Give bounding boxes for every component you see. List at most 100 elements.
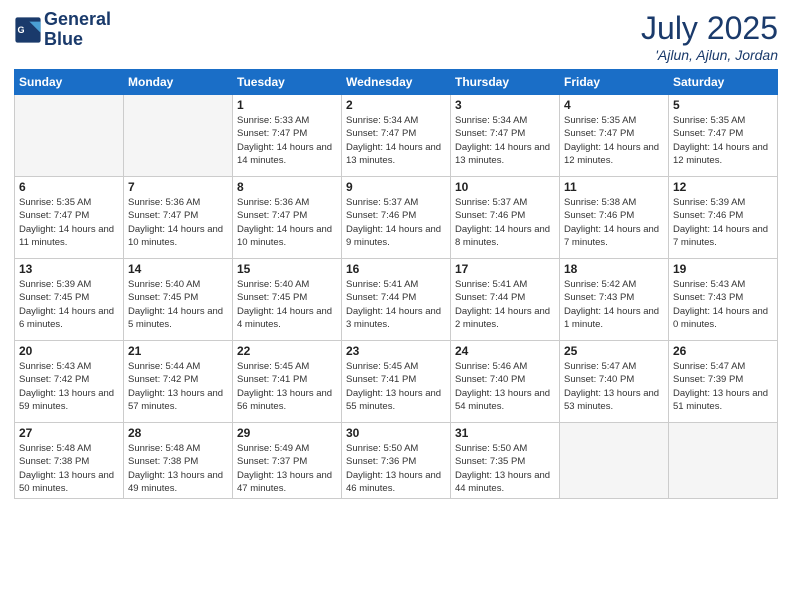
calendar-day-cell: 27 Sunrise: 5:48 AMSunset: 7:38 PMDayligh…	[15, 423, 124, 499]
daylight-text: Daylight: 14 hours and 10 minutes.	[237, 223, 337, 250]
day-info: Sunrise: 5:41 AMSunset: 7:44 PMDaylight:…	[455, 278, 555, 331]
day-info: Sunrise: 5:40 AMSunset: 7:45 PMDaylight:…	[237, 278, 337, 331]
sunset-text: Sunset: 7:38 PM	[128, 455, 228, 468]
day-number: 18	[564, 262, 664, 276]
daylight-text: Daylight: 13 hours and 51 minutes.	[673, 387, 773, 414]
day-info: Sunrise: 5:34 AMSunset: 7:47 PMDaylight:…	[346, 114, 446, 167]
day-info: Sunrise: 5:36 AMSunset: 7:47 PMDaylight:…	[128, 196, 228, 249]
daylight-text: Daylight: 14 hours and 6 minutes.	[19, 305, 119, 332]
calendar-day-cell: 1Sunrise: 5:33 AMSunset: 7:47 PMDaylight…	[233, 95, 342, 177]
calendar-day-cell: 4Sunrise: 5:35 AMSunset: 7:47 PMDaylight…	[560, 95, 669, 177]
sunrise-text: Sunrise: 5:39 AM	[673, 196, 773, 209]
daylight-text: Daylight: 13 hours and 54 minutes.	[455, 387, 555, 414]
daylight-text: Daylight: 13 hours and 59 minutes.	[19, 387, 119, 414]
day-info: Sunrise: 5:35 AMSunset: 7:47 PMDaylight:…	[19, 196, 119, 249]
sunrise-text: Sunrise: 5:41 AM	[455, 278, 555, 291]
subtitle: 'Ajlun, Ajlun, Jordan	[641, 47, 778, 63]
sunset-text: Sunset: 7:47 PM	[673, 127, 773, 140]
day-number: 9	[346, 180, 446, 194]
sunset-text: Sunset: 7:44 PM	[455, 291, 555, 304]
day-info: Sunrise: 5:45 AMSunset: 7:41 PMDaylight:…	[346, 360, 446, 413]
daylight-text: Daylight: 14 hours and 2 minutes.	[455, 305, 555, 332]
column-header-tuesday: Tuesday	[233, 70, 342, 95]
calendar-day-cell: 28Sunrise: 5:48 AMSunset: 7:38 PMDayligh…	[124, 423, 233, 499]
sunrise-text: Sunrise: 5:42 AM	[564, 278, 664, 291]
daylight-text: Daylight: 13 hours and 50 minutes.	[19, 469, 119, 496]
day-info: Sunrise: 5:35 AMSunset: 7:47 PMDaylight:…	[564, 114, 664, 167]
sunrise-text: Sunrise: 5:33 AM	[237, 114, 337, 127]
sunset-text: Sunset: 7:45 PM	[128, 291, 228, 304]
sunrise-text: Sunrise: 5:50 AM	[346, 442, 446, 455]
daylight-text: Daylight: 13 hours and 46 minutes.	[346, 469, 446, 496]
calendar-day-cell: 7 Sunrise: 5:36 AMSunset: 7:47 PMDaylight…	[124, 177, 233, 259]
day-info: Sunrise: 5:41 AMSunset: 7:44 PMDaylight:…	[346, 278, 446, 331]
sunrise-text: Sunrise: 5:49 AM	[237, 442, 337, 455]
column-header-saturday: Saturday	[669, 70, 778, 95]
sunrise-text: Sunrise: 5:47 AM	[564, 360, 664, 373]
sunrise-text: Sunrise: 5:34 AM	[455, 114, 555, 127]
sunrise-text: Sunrise: 5:34 AM	[346, 114, 446, 127]
sunset-text: Sunset: 7:47 PM	[128, 209, 228, 222]
calendar-week-row: 27Sunrise: 5:48 AMSunset: 7:38 PMDayligh…	[15, 423, 778, 499]
day-number: 7	[128, 180, 228, 194]
day-info: Sunrise: 5:44 AMSunset: 7:42 PMDaylight:…	[128, 360, 228, 413]
day-info: Sunrise: 5:50 AMSunset: 7:36 PMDaylight:…	[346, 442, 446, 495]
day-info: Sunrise: 5:46 AMSunset: 7:40 PMDaylight:…	[455, 360, 555, 413]
daylight-text: Daylight: 14 hours and 0 minutes.	[673, 305, 773, 332]
sunrise-text: Sunrise: 5:48 AM	[19, 442, 119, 455]
column-header-sunday: Sunday	[15, 70, 124, 95]
calendar-day-cell: 24 Sunrise: 5:46 AMSunset: 7:40 PMDayligh…	[451, 341, 560, 423]
day-info: Sunrise: 5:35 AMSunset: 7:47 PMDaylight:…	[673, 114, 773, 167]
calendar-day-cell: 23Sunrise: 5:45 AMSunset: 7:41 PMDayligh…	[342, 341, 451, 423]
day-number: 6	[19, 180, 119, 194]
sunset-text: Sunset: 7:36 PM	[346, 455, 446, 468]
svg-text:G: G	[18, 25, 25, 35]
daylight-text: Daylight: 14 hours and 1 minute.	[564, 305, 664, 332]
day-info: Sunrise: 5:48 AMSunset: 7:38 PMDaylight:…	[19, 442, 119, 495]
calendar-day-cell: 10Sunrise: 5:37 AMSunset: 7:46 PMDayligh…	[451, 177, 560, 259]
day-info: Sunrise: 5:38 AMSunset: 7:46 PMDaylight:…	[564, 196, 664, 249]
title-block: July 2025 'Ajlun, Ajlun, Jordan	[641, 10, 778, 63]
calendar-empty-cell	[124, 95, 233, 177]
sunset-text: Sunset: 7:46 PM	[673, 209, 773, 222]
day-info: Sunrise: 5:34 AMSunset: 7:47 PMDaylight:…	[455, 114, 555, 167]
daylight-text: Daylight: 14 hours and 4 minutes.	[237, 305, 337, 332]
daylight-text: Daylight: 14 hours and 11 minutes.	[19, 223, 119, 250]
calendar-table: SundayMondayTuesdayWednesdayThursdayFrid…	[14, 69, 778, 499]
sunset-text: Sunset: 7:47 PM	[455, 127, 555, 140]
daylight-text: Daylight: 13 hours and 49 minutes.	[128, 469, 228, 496]
sunset-text: Sunset: 7:45 PM	[19, 291, 119, 304]
sunrise-text: Sunrise: 5:39 AM	[19, 278, 119, 291]
sunrise-text: Sunrise: 5:45 AM	[237, 360, 337, 373]
sunrise-text: Sunrise: 5:41 AM	[346, 278, 446, 291]
sunrise-text: Sunrise: 5:38 AM	[564, 196, 664, 209]
calendar-day-cell: 22Sunrise: 5:45 AMSunset: 7:41 PMDayligh…	[233, 341, 342, 423]
sunset-text: Sunset: 7:47 PM	[237, 127, 337, 140]
day-info: Sunrise: 5:33 AMSunset: 7:47 PMDaylight:…	[237, 114, 337, 167]
day-number: 19	[673, 262, 773, 276]
sunset-text: Sunset: 7:43 PM	[673, 291, 773, 304]
calendar-day-cell: 17Sunrise: 5:41 AMSunset: 7:44 PMDayligh…	[451, 259, 560, 341]
sunrise-text: Sunrise: 5:37 AM	[346, 196, 446, 209]
calendar-week-row: 20Sunrise: 5:43 AMSunset: 7:42 PMDayligh…	[15, 341, 778, 423]
day-number: 25	[564, 344, 664, 358]
day-number: 13	[19, 262, 119, 276]
calendar-day-cell: 29Sunrise: 5:49 AMSunset: 7:37 PMDayligh…	[233, 423, 342, 499]
day-info: Sunrise: 5:47 AMSunset: 7:39 PMDaylight:…	[673, 360, 773, 413]
sunrise-text: Sunrise: 5:35 AM	[673, 114, 773, 127]
daylight-text: Daylight: 13 hours and 44 minutes.	[455, 469, 555, 496]
sunrise-text: Sunrise: 5:44 AM	[128, 360, 228, 373]
calendar-week-row: 13Sunrise: 5:39 AMSunset: 7:45 PMDayligh…	[15, 259, 778, 341]
day-number: 24	[455, 344, 555, 358]
day-info: Sunrise: 5:42 AMSunset: 7:43 PMDaylight:…	[564, 278, 664, 331]
calendar-day-cell: 15Sunrise: 5:40 AMSunset: 7:45 PMDayligh…	[233, 259, 342, 341]
calendar-day-cell: 21Sunrise: 5:44 AMSunset: 7:42 PMDayligh…	[124, 341, 233, 423]
calendar-empty-cell	[560, 423, 669, 499]
day-number: 27	[19, 426, 119, 440]
calendar-day-cell: 25Sunrise: 5:47 AMSunset: 7:40 PMDayligh…	[560, 341, 669, 423]
daylight-text: Daylight: 14 hours and 14 minutes.	[237, 141, 337, 168]
daylight-text: Daylight: 14 hours and 12 minutes.	[564, 141, 664, 168]
calendar-day-cell: 9Sunrise: 5:37 AMSunset: 7:46 PMDaylight…	[342, 177, 451, 259]
daylight-text: Daylight: 14 hours and 10 minutes.	[128, 223, 228, 250]
column-header-friday: Friday	[560, 70, 669, 95]
